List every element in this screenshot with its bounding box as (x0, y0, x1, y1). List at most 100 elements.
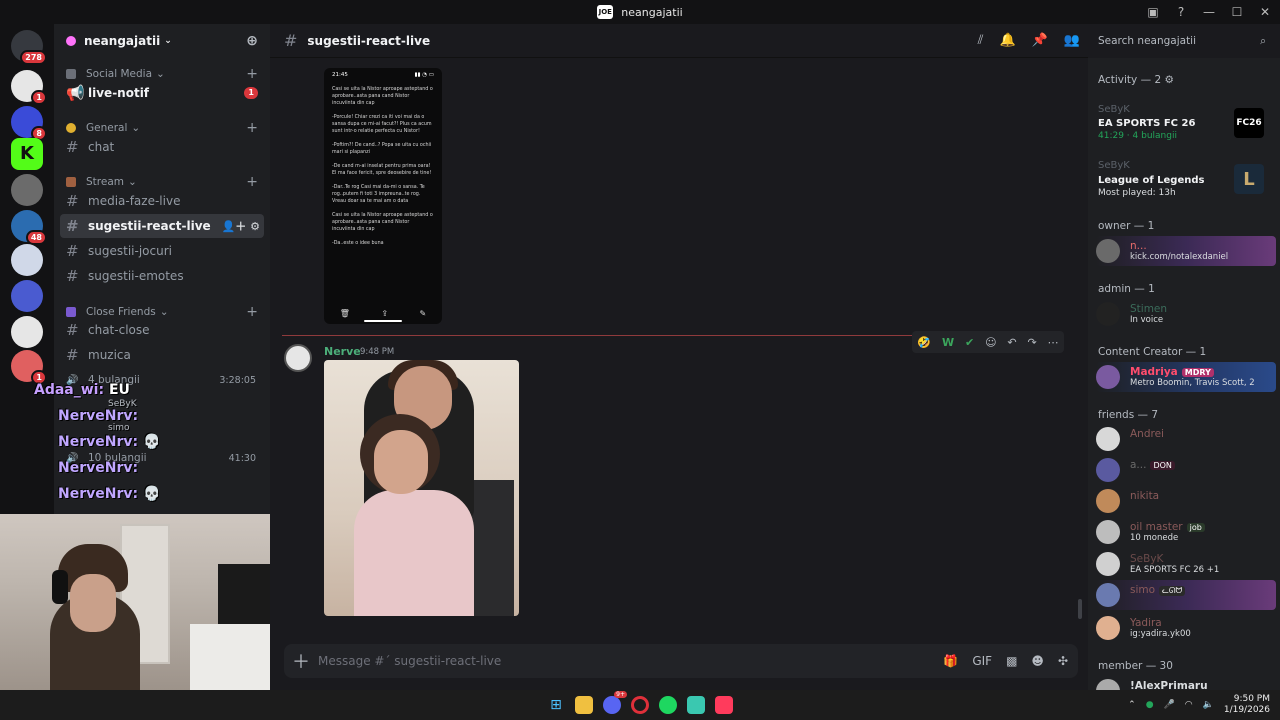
add-reaction-icon[interactable]: ☺ (985, 336, 996, 349)
server-icon[interactable]: 1 (11, 70, 47, 105)
message-author[interactable]: Nerve (324, 345, 361, 358)
server-header[interactable]: neangajatii ⌄ ⊕ (54, 24, 270, 58)
avatar[interactable] (284, 344, 312, 372)
channel-muzica[interactable]: # muzica (60, 343, 264, 367)
server-icon[interactable] (11, 174, 43, 206)
reaction-w-icon[interactable]: W (942, 336, 954, 349)
channel-chat[interactable]: # chat (60, 135, 264, 159)
scrollbar[interactable] (1078, 599, 1082, 619)
server-name: neangajatii (84, 34, 161, 48)
role-header: admin — 1 (1098, 283, 1155, 295)
member-item[interactable]: oil master job 10 monede (1096, 517, 1276, 547)
opera-icon[interactable] (631, 696, 649, 714)
emoji-icon[interactable]: ☻ (1031, 654, 1044, 668)
search-input[interactable]: Search neangajatii ⌕ (1088, 28, 1276, 54)
channel-sugestii-react-live[interactable]: # sugestii-react-live 👤＋ ⚙ (60, 214, 264, 238)
server-icon[interactable]: 48 (11, 210, 47, 245)
avatar (1096, 427, 1120, 451)
category-general[interactable]: General ⌄ + (66, 120, 258, 136)
app-icon[interactable] (715, 696, 733, 714)
activity-source: SeByK (1098, 104, 1130, 115)
category-social-media[interactable]: Social Media ⌄ + (66, 66, 258, 82)
overlay-chat-line: NerveNrv: (58, 408, 139, 424)
create-channel-icon[interactable]: + (246, 120, 258, 136)
message-input[interactable]: Message #ˊ sugestii-react-live (318, 654, 501, 668)
threads-icon[interactable]: ⫽ (978, 33, 984, 48)
reaction-laugh-icon[interactable]: 🤣 (917, 336, 931, 349)
app-icon: JOE (597, 5, 614, 19)
reply-icon[interactable]: ↶ (1007, 336, 1016, 349)
app-icon[interactable] (687, 696, 705, 714)
voice-timer: 3:28:05 (219, 374, 256, 386)
pin-icon[interactable]: 📌 (1032, 33, 1048, 48)
member-item[interactable]: Madriya MDRY Metro Boomin, Travis Scott, … (1096, 362, 1276, 392)
attachment-image-photo[interactable] (324, 360, 519, 616)
member-item[interactable]: nikita (1096, 486, 1276, 516)
spotify-icon[interactable] (659, 696, 677, 714)
activity-header: Activity — 2 ⚙ (1098, 74, 1174, 86)
server-icon[interactable] (11, 244, 43, 276)
minimize-button[interactable]: — (1202, 5, 1216, 19)
channel-chat-close[interactable]: # chat-close (60, 318, 264, 342)
activity-title[interactable]: League of Legends (1098, 175, 1204, 186)
channel-media-faze-live[interactable]: # media-faze-live (60, 189, 264, 213)
upload-plus-icon[interactable]: ＋ (292, 648, 318, 674)
category-stream[interactable]: Stream ⌄ + (66, 174, 258, 190)
avatar (1096, 583, 1120, 607)
member-item[interactable]: n... kick.com/notalexdaniel (1096, 236, 1276, 266)
home-button[interactable]: 278 (11, 30, 47, 65)
more-icon[interactable]: ⋯ (1048, 336, 1059, 349)
help-icon[interactable]: ? (1174, 5, 1188, 19)
member-item[interactable]: a... DON (1096, 455, 1276, 485)
create-channel-icon[interactable]: + (246, 66, 258, 82)
close-button[interactable]: ✕ (1258, 5, 1272, 19)
server-icon[interactable] (11, 316, 43, 348)
create-channel-icon[interactable]: + (246, 174, 258, 190)
wifi-icon[interactable]: ◠ (1185, 700, 1193, 710)
member-item[interactable]: Andrei (1096, 424, 1276, 454)
inbox-icon[interactable]: ▣ (1146, 5, 1160, 19)
status-icon[interactable]: ● (1146, 700, 1154, 710)
file-explorer-icon[interactable] (575, 696, 593, 714)
channel-sugestii-jocuri[interactable]: # sugestii-jocuri (60, 239, 264, 263)
member-item[interactable]: !AlexPrimaru (1096, 676, 1276, 690)
invite-icon[interactable]: ⊕ (246, 33, 258, 49)
gift-icon[interactable]: 🎁 (943, 654, 958, 668)
activity-title[interactable]: EA SPORTS FC 26 (1098, 118, 1195, 129)
server-icon[interactable] (11, 280, 43, 312)
start-icon[interactable]: ⊞ (547, 696, 565, 714)
avatar (1096, 365, 1120, 389)
volume-icon[interactable]: 🔈 (1203, 700, 1214, 710)
voice-user[interactable]: simo (108, 423, 129, 433)
game-icon: FC26 (1234, 108, 1264, 138)
hashtag-icon: # (66, 321, 79, 339)
message-timestamp: 9:48 PM (360, 347, 395, 357)
member-item[interactable]: SeByK EA SPORTS FC 26 +1 (1096, 549, 1276, 579)
chevron-up-icon[interactable]: ⌃ (1128, 700, 1136, 710)
channel-live-notif[interactable]: 📢 live-notif 1 (60, 81, 264, 105)
avatar (1096, 458, 1120, 482)
maximize-button[interactable]: ☐ (1230, 5, 1244, 19)
message-composer[interactable]: ＋ Message #ˊ sugestii-react-live 🎁 GIF ▩… (284, 644, 1078, 678)
member-item[interactable]: Stimen In voice (1096, 299, 1276, 329)
sticker-icon[interactable]: ▩ (1006, 654, 1017, 668)
apps-icon[interactable]: ✣ (1058, 654, 1068, 668)
member-list-icon[interactable]: 👥 (1064, 33, 1080, 48)
member-item[interactable]: Yadira ig:yadira.yk00 (1096, 613, 1276, 643)
channel-sugestii-emotes[interactable]: # sugestii-emotes (60, 264, 264, 288)
announcement-icon: 📢 (66, 84, 85, 102)
chevron-down-icon: ⌄ (128, 176, 137, 188)
notification-bell-icon[interactable]: 🔔 (999, 33, 1015, 48)
attachment-image-screenshot[interactable]: 21:45 ▮▮ ◔ ▭ Casi se uita la Nistor aproa… (324, 68, 442, 324)
server-icon[interactable]: 1 (11, 350, 47, 385)
kick-server-icon[interactable]: K (11, 138, 43, 170)
reaction-check-icon[interactable]: ✔ (965, 336, 974, 349)
forward-icon[interactable]: ↷ (1027, 336, 1036, 349)
clock[interactable]: 9:50 PM 1/19/2026 (1224, 694, 1270, 716)
channel-settings-icon[interactable]: 👤＋ ⚙ (222, 218, 260, 234)
server-icon[interactable]: 8 (11, 106, 47, 141)
discord-icon[interactable]: 9+ (603, 691, 627, 714)
member-item[interactable]: simo ᓚᘏᗢ (1096, 580, 1276, 610)
mic-icon[interactable]: 🎤 (1164, 700, 1175, 710)
gif-icon[interactable]: GIF (972, 654, 992, 668)
